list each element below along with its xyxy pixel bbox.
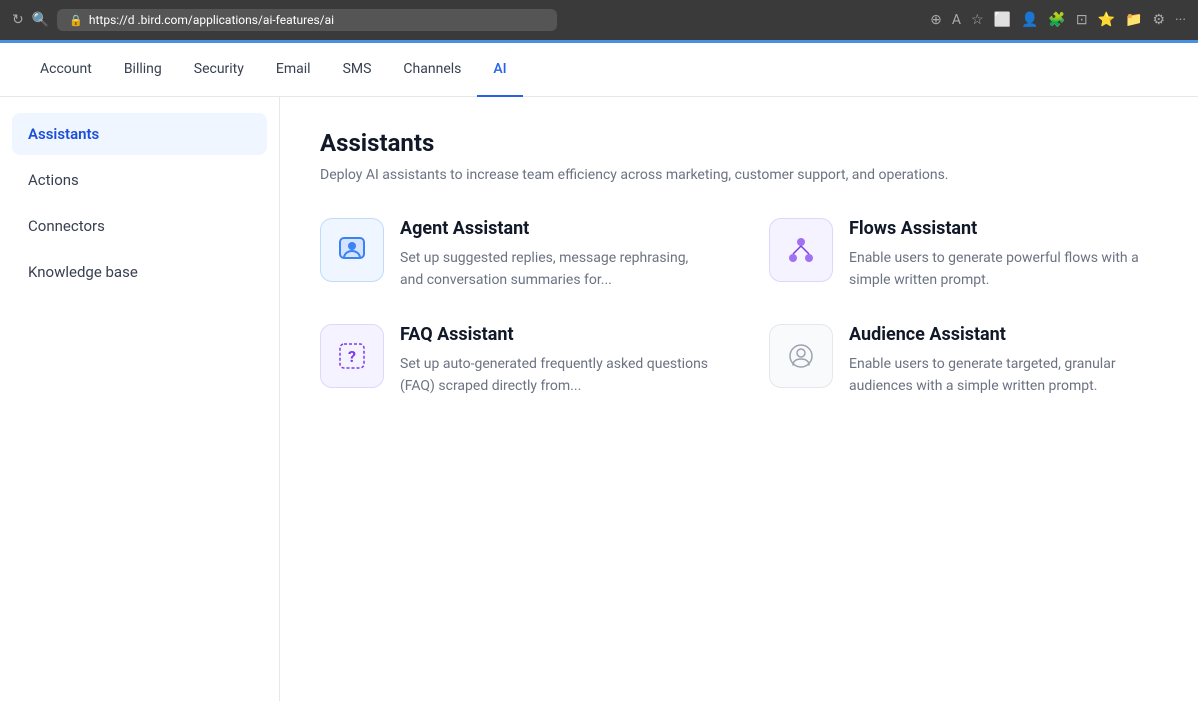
settings-icon[interactable]: ⚙ xyxy=(1152,12,1165,28)
card-flows-assistant[interactable]: Flows Assistant Enable users to generate… xyxy=(769,218,1158,292)
tab-account[interactable]: Account xyxy=(24,43,108,97)
tab-billing[interactable]: Billing xyxy=(108,43,178,97)
faq-assistant-title: FAQ Assistant xyxy=(400,324,709,345)
tab-email[interactable]: Email xyxy=(260,43,327,97)
audience-assistant-icon xyxy=(769,324,833,388)
card-audience-assistant[interactable]: Audience Assistant Enable users to gener… xyxy=(769,324,1158,398)
search-icon[interactable]: 🔍 xyxy=(32,12,49,28)
app-layout: Assistants Actions Connectors Knowledge … xyxy=(0,97,1198,701)
main-content: Assistants Deploy AI assistants to incre… xyxy=(280,97,1198,701)
faq-assistant-icon: ? xyxy=(320,324,384,388)
tab-icon[interactable]: ⬜ xyxy=(994,12,1011,28)
audience-assistant-desc: Enable users to generate targeted, granu… xyxy=(849,353,1158,398)
agent-assistant-title: Agent Assistant xyxy=(400,218,709,239)
agent-assistant-body: Agent Assistant Set up suggested replies… xyxy=(400,218,709,292)
sidebar: Assistants Actions Connectors Knowledge … xyxy=(0,97,280,701)
collections-icon[interactable]: 📁 xyxy=(1125,12,1142,28)
font-icon[interactable]: A xyxy=(952,12,961,28)
card-agent-assistant[interactable]: Agent Assistant Set up suggested replies… xyxy=(320,218,709,292)
more-icon[interactable]: ··· xyxy=(1175,12,1186,28)
sidebar-item-knowledge-base[interactable]: Knowledge base xyxy=(12,251,267,293)
browser-chrome: ↻ 🔍 🔒 https://d .bird.com/applications/a… xyxy=(0,0,1198,40)
extensions-icon[interactable]: 🧩 xyxy=(1048,12,1065,28)
lock-icon: 🔒 xyxy=(69,14,83,27)
flows-assistant-icon xyxy=(769,218,833,282)
profile-icon[interactable]: 👤 xyxy=(1021,12,1038,28)
flows-assistant-title: Flows Assistant xyxy=(849,218,1158,239)
audience-assistant-title: Audience Assistant xyxy=(849,324,1158,345)
browser-actions: ⊕ A ☆ ⬜ 👤 🧩 ⊡ ⭐ 📁 ⚙ ··· xyxy=(930,12,1186,28)
card-faq-assistant[interactable]: ? FAQ Assistant Set up auto-generated fr… xyxy=(320,324,709,398)
faq-assistant-body: FAQ Assistant Set up auto-generated freq… xyxy=(400,324,709,398)
page-title: Assistants xyxy=(320,129,1158,157)
browser-controls: ↻ 🔍 🔒 https://d .bird.com/applications/a… xyxy=(12,9,920,31)
split-icon[interactable]: ⊡ xyxy=(1076,12,1088,28)
reload-icon[interactable]: ↻ xyxy=(12,12,24,28)
agent-assistant-desc: Set up suggested replies, message rephra… xyxy=(400,247,709,292)
sidebar-item-assistants[interactable]: Assistants xyxy=(12,113,267,155)
audience-assistant-body: Audience Assistant Enable users to gener… xyxy=(849,324,1158,398)
flows-assistant-desc: Enable users to generate powerful flows … xyxy=(849,247,1158,292)
page-description: Deploy AI assistants to increase team ef… xyxy=(320,165,1020,186)
agent-assistant-icon xyxy=(320,218,384,282)
sidebar-item-actions[interactable]: Actions xyxy=(12,159,267,201)
tab-security[interactable]: Security xyxy=(178,43,260,97)
top-nav: Account Billing Security Email SMS Chann… xyxy=(0,43,1198,97)
tab-ai[interactable]: AI xyxy=(477,43,522,97)
sidebar-item-connectors[interactable]: Connectors xyxy=(12,205,267,247)
faq-assistant-desc: Set up auto-generated frequently asked q… xyxy=(400,353,709,398)
bookmark-icon[interactable]: ☆ xyxy=(971,12,984,28)
zoom-icon[interactable]: ⊕ xyxy=(930,12,942,28)
favorites-icon[interactable]: ⭐ xyxy=(1098,12,1115,28)
cards-grid: Agent Assistant Set up suggested replies… xyxy=(320,218,1158,398)
tab-sms[interactable]: SMS xyxy=(327,43,388,97)
address-bar[interactable]: 🔒 https://d .bird.com/applications/ai-fe… xyxy=(57,9,557,31)
tab-channels[interactable]: Channels xyxy=(387,43,477,97)
svg-text:?: ? xyxy=(348,347,356,366)
flows-assistant-body: Flows Assistant Enable users to generate… xyxy=(849,218,1158,292)
url-text: https://d .bird.com/applications/ai-feat… xyxy=(89,13,334,27)
